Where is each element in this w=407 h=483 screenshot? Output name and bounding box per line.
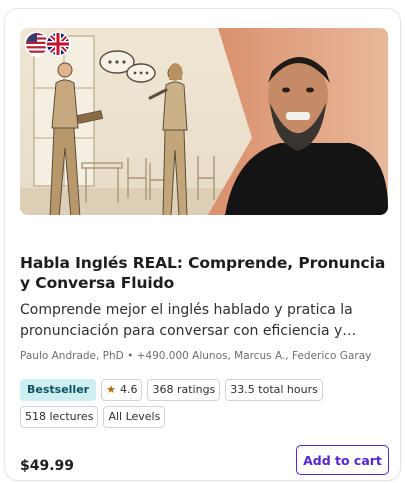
- add-to-cart-button[interactable]: Add to cart: [296, 445, 389, 475]
- star-icon: ★: [106, 383, 116, 396]
- course-title[interactable]: Habla Inglés REAL: Comprende, Pronuncia …: [20, 253, 392, 293]
- rating-badge: ★ 4.6: [101, 379, 143, 401]
- rating-value: 4.6: [119, 383, 138, 396]
- lectures-badge: 518 lectures: [20, 406, 99, 428]
- language-flags: [24, 31, 71, 57]
- course-price: $49.99: [20, 458, 75, 474]
- ratings-count-badge: 368 ratings: [147, 379, 221, 401]
- course-thumbnail[interactable]: [20, 28, 388, 215]
- uk-flag-icon: [45, 31, 71, 57]
- level-badge: All Levels: [103, 406, 166, 428]
- total-hours-badge: 33.5 total hours: [225, 379, 323, 401]
- thumbnail-illustration: [20, 28, 388, 215]
- bestseller-badge: Bestseller: [20, 379, 97, 401]
- course-card[interactable]: Habla Inglés REAL: Comprende, Pronuncia …: [4, 8, 401, 481]
- course-subtitle: Comprende mejor el inglés hablado y prat…: [20, 302, 353, 339]
- course-tags: Bestseller ★ 4.6 368 ratings 33.5 total h…: [20, 379, 396, 428]
- course-instructors: Paulo Andrade, PhD • +490.000 Alunos, Ma…: [20, 350, 372, 362]
